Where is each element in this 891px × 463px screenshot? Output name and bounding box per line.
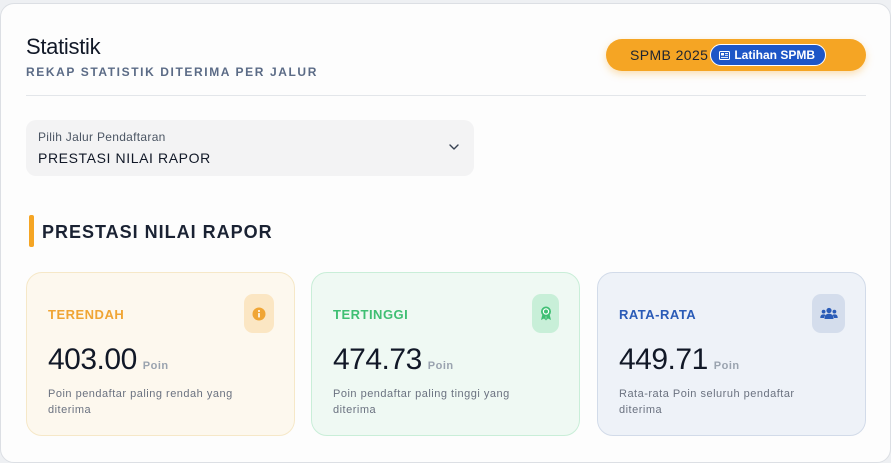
newspaper-icon [719,50,731,60]
info-icon [244,294,274,333]
stat-card-terendah: TERENDAH 403.00 Poin Poin pendaftar pali… [26,272,295,436]
stat-card-value: 449.71 [619,343,708,376]
chevron-down-icon [449,144,459,150]
stat-card-label: TERENDAH [48,307,125,322]
section-accent-bar [29,215,34,247]
statistics-panel: Statistik REKAP STATISTIK DITERIMA PER J… [0,3,891,463]
spmb-pill-label: SPMB 2025 [630,47,709,63]
stat-card-description: Poin pendaftar paling tinggi yang diteri… [333,388,510,416]
spmb-pill[interactable]: SPMB 2025 Latihan SPMB [606,39,866,71]
stat-card-label: TERTINGGI [333,307,409,322]
stat-card-tertinggi: TERTINGGI 474.73 Poin Poin pendaftar pal… [311,272,580,436]
stat-card-description: Rata-rata Poin seluruh pendaftar diterim… [619,388,795,416]
stat-card-label: RATA-RATA [619,307,697,322]
jalur-select[interactable]: Pilih Jalur Pendaftaran PRESTASI NILAI R… [26,120,474,176]
stat-card-unit: Poin [713,360,740,372]
award-icon [532,294,559,333]
stat-card-description: Poin pendaftar paling rendah yang diteri… [48,388,233,416]
section-title: PRESTASI NILAI RAPOR [42,222,273,242]
users-icon [812,294,845,333]
jalur-select-value: PRESTASI NILAI RAPOR [38,150,211,166]
jalur-select-label: Pilih Jalur Pendaftaran [38,130,166,144]
header-divider [26,95,866,96]
latihan-spmb-badge[interactable]: Latihan SPMB [710,44,826,66]
page-title: Statistik [26,34,101,59]
stat-card-rata-rata: RATA-RATA 449.71 Poin Rata-rata Poin sel… [597,272,866,436]
stat-card-value: 403.00 [48,343,137,376]
stat-card-unit: Poin [142,360,169,372]
latihan-spmb-label: Latihan SPMB [734,48,815,62]
stat-card-unit: Poin [427,360,454,372]
stat-card-value: 474.73 [333,343,422,376]
page-subtitle: REKAP STATISTIK DITERIMA PER JALUR [26,65,318,79]
